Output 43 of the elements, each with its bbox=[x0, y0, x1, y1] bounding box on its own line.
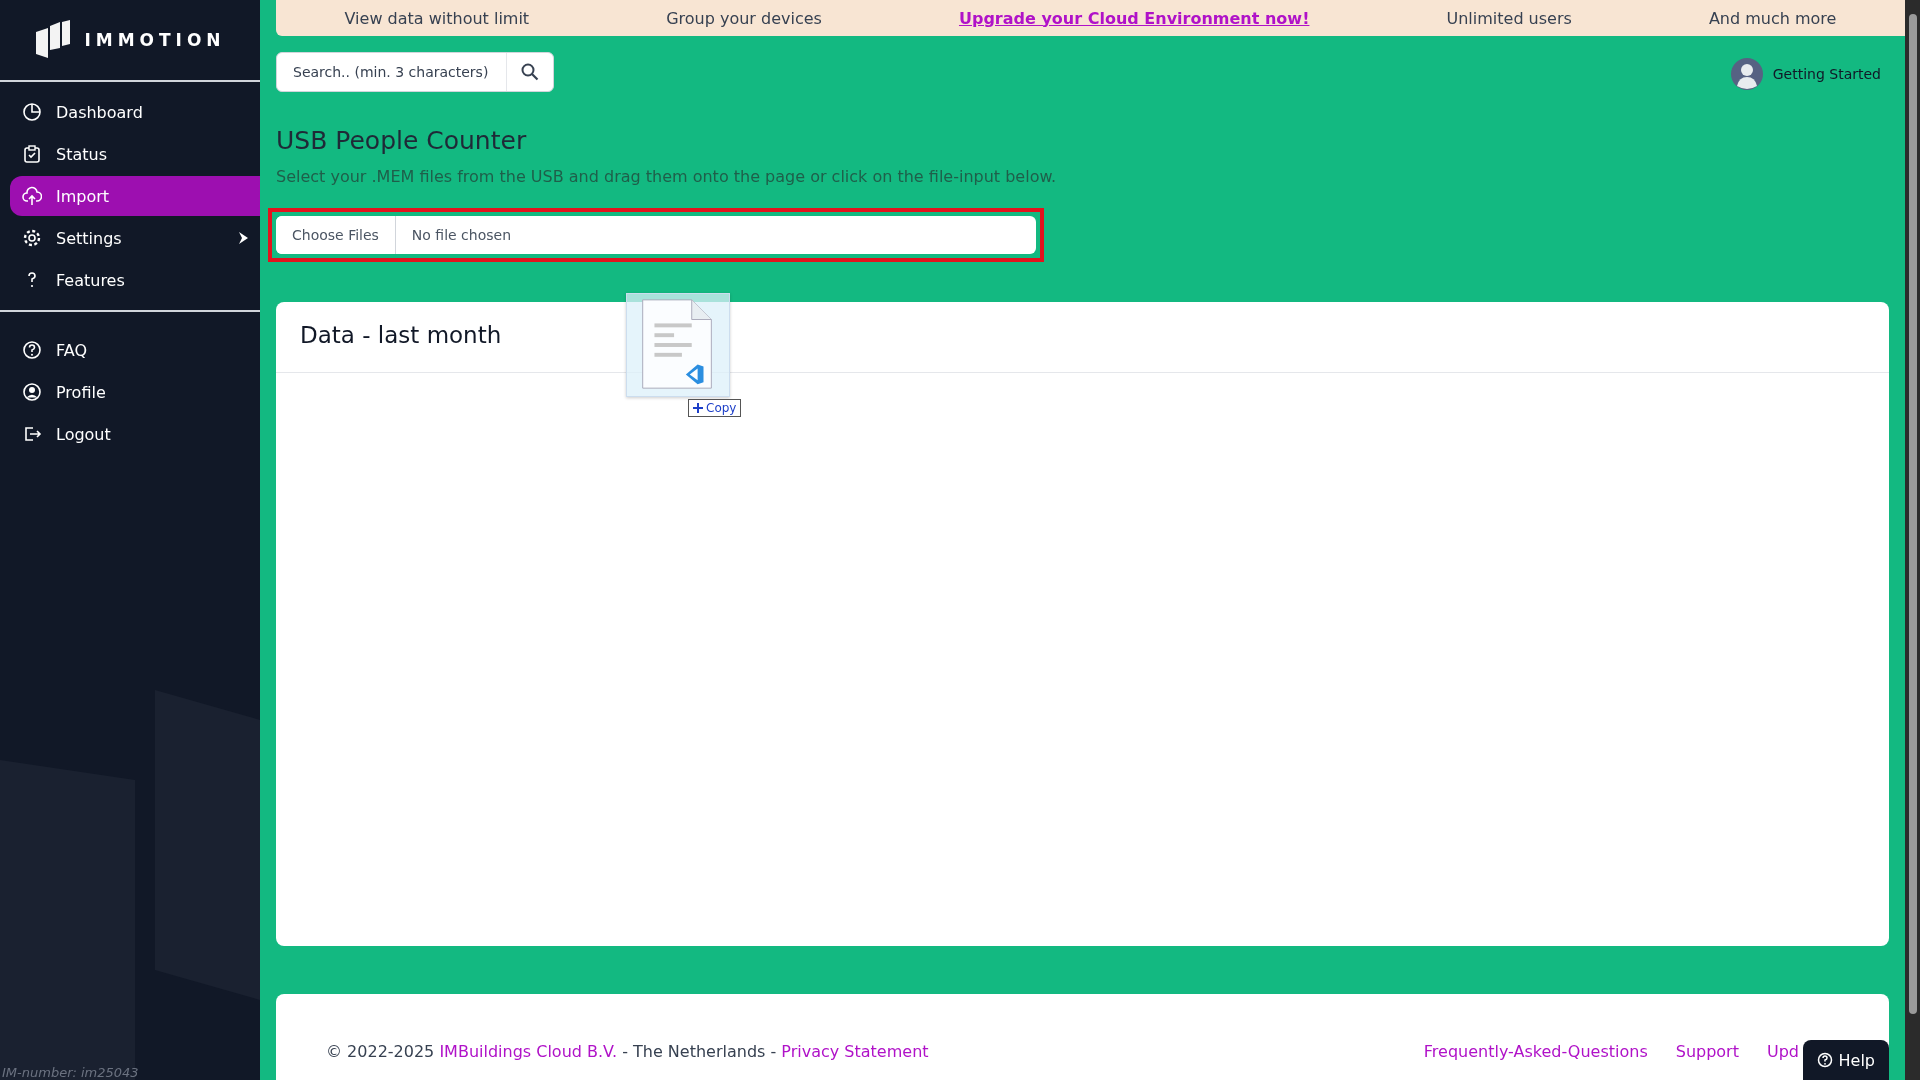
footer-link[interactable]: Support bbox=[1675, 1042, 1739, 1080]
help-icon bbox=[22, 340, 42, 360]
user-icon bbox=[22, 382, 42, 402]
upload-icon bbox=[22, 186, 42, 206]
promo-text: View data without limit bbox=[343, 8, 531, 28]
nav-item[interactable]: Dashboard bbox=[10, 92, 260, 132]
nav-item[interactable]: Features bbox=[10, 260, 260, 300]
footer-link[interactable]: Frequently-Asked-Questions bbox=[1423, 1042, 1648, 1080]
scrollbar[interactable] bbox=[1905, 0, 1920, 1080]
search-field[interactable]: Search.. (min. 3 characters) bbox=[276, 52, 554, 92]
clipboard-icon bbox=[22, 144, 42, 164]
chevron-right-icon bbox=[236, 231, 250, 245]
settings-icon bbox=[22, 228, 42, 248]
help-button[interactable]: Help bbox=[1802, 1040, 1889, 1080]
logout-icon bbox=[22, 424, 42, 444]
file-status-text: No file chosen bbox=[410, 227, 513, 243]
copy-label: Copy bbox=[706, 401, 737, 415]
page-description: Select your .MEM files from the USB and drag them onto the page or click on the file-input below. bbox=[276, 167, 1058, 186]
pie-chart-icon bbox=[22, 102, 42, 122]
upgrade-link[interactable]: Upgrade your Cloud Environment now! bbox=[938, 8, 1330, 28]
nav-item[interactable]: Import bbox=[10, 176, 260, 216]
user-menu-link[interactable]: Getting Started bbox=[1772, 66, 1881, 82]
nav-item[interactable]: Status bbox=[10, 134, 260, 174]
search-icon[interactable] bbox=[521, 63, 539, 81]
copyright-text: © 2022-2025 IMBuildings Cloud B.V. - The Netherlands - Privacy Statement bbox=[326, 1042, 929, 1063]
nav-item[interactable]: Logout bbox=[10, 414, 260, 454]
choose-files-button[interactable]: Choose Files bbox=[276, 216, 396, 254]
logo-text: IMMOTION bbox=[84, 30, 226, 50]
privacy-link[interactable]: Privacy Statement bbox=[781, 1042, 929, 1061]
page-title: USB People Counter bbox=[276, 126, 528, 155]
im-number: IM-number: im25043 bbox=[2, 1065, 139, 1080]
nav-item[interactable]: FAQ bbox=[10, 330, 260, 370]
promo-text: Group your devices bbox=[665, 8, 823, 28]
nav-item[interactable]: Profile bbox=[10, 372, 260, 412]
file-input[interactable]: Choose Files No file chosen bbox=[276, 216, 1036, 254]
nav-item[interactable]: Settings bbox=[10, 218, 260, 258]
company-link[interactable]: IMBuildings Cloud B.V. bbox=[439, 1042, 618, 1061]
promo-text: And much more bbox=[1707, 8, 1838, 28]
footer-link[interactable]: Upd bbox=[1766, 1042, 1799, 1080]
plus-icon bbox=[693, 403, 703, 413]
avatar-icon[interactable] bbox=[1730, 58, 1763, 90]
promo-text: Unlimited users bbox=[1445, 8, 1573, 28]
help-icon bbox=[1816, 1052, 1833, 1068]
